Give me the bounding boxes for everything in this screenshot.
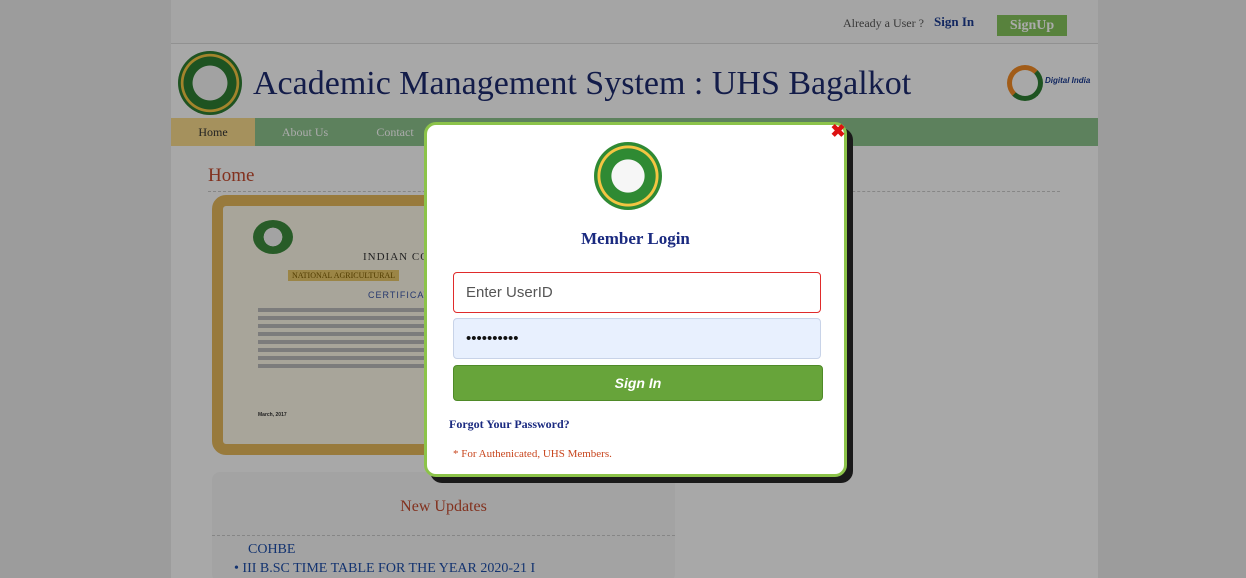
userid-input[interactable]: [453, 272, 821, 313]
university-emblem-icon: [594, 142, 662, 210]
forgot-password-link[interactable]: Forgot Your Password?: [449, 417, 570, 432]
password-input[interactable]: [453, 318, 821, 359]
members-note: * For Authenicated, UHS Members.: [453, 448, 612, 460]
close-icon[interactable]: ✖: [829, 122, 847, 140]
modal-logo: [590, 138, 666, 214]
sign-in-button[interactable]: Sign In: [453, 365, 823, 401]
login-modal: ✖ Member Login Sign In Forgot Your Passw…: [424, 122, 847, 477]
login-title: Member Login: [581, 229, 690, 248]
